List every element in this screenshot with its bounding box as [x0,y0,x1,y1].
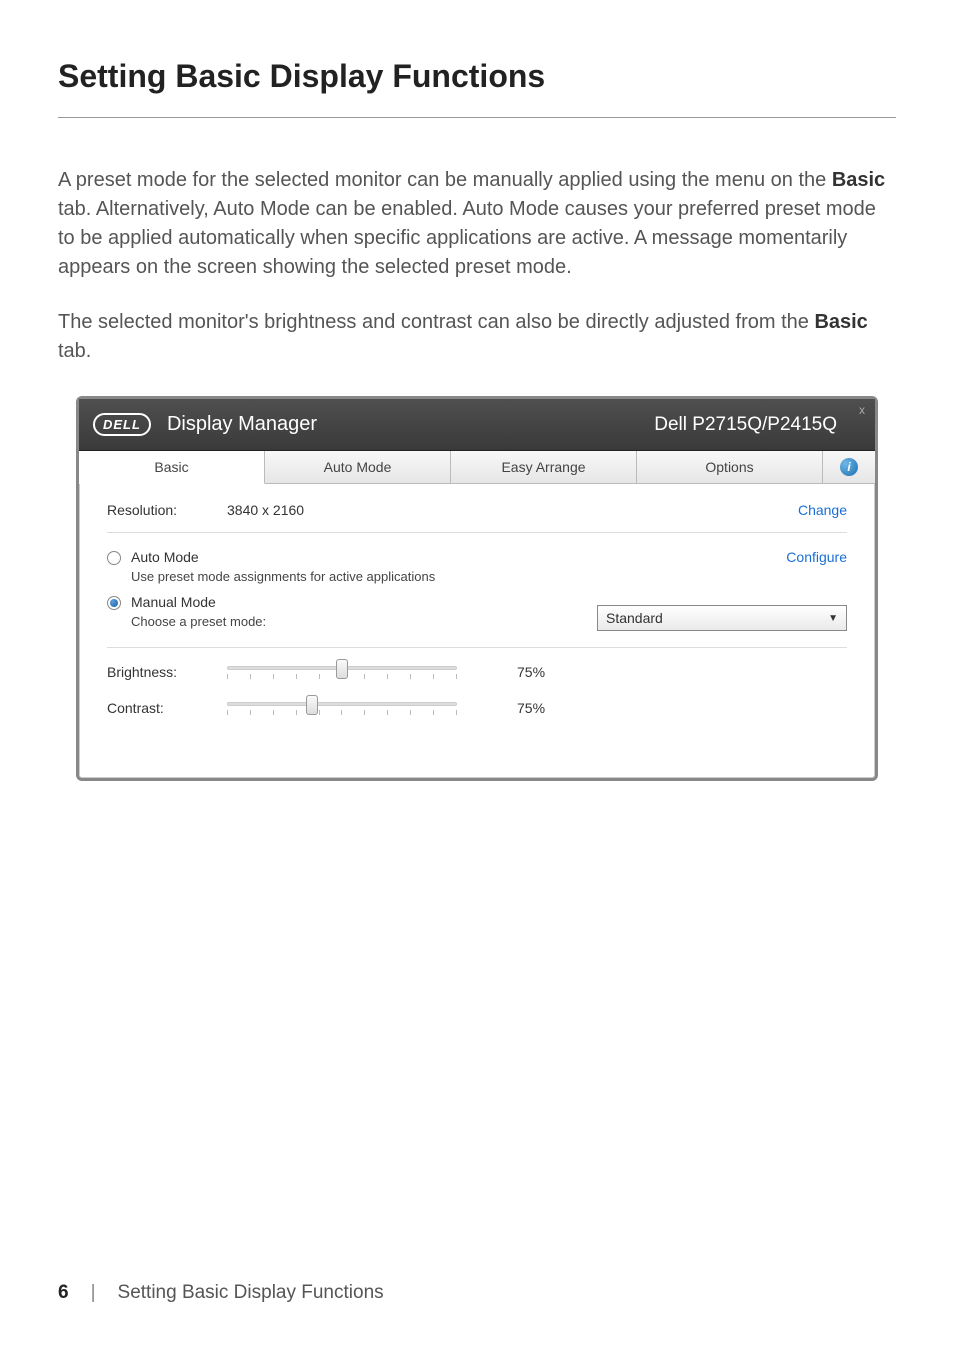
mode-selection: Configure Auto Mode Use preset mode assi… [107,549,847,629]
contrast-label: Contrast: [107,700,227,716]
page-footer: 6 | Setting Basic Display Functions [58,1282,384,1304]
auto-mode-label: Auto Mode [131,549,199,565]
titlebar: DELL Display Manager Dell P2715Q/P2415Q … [79,399,875,451]
brightness-slider[interactable] [227,666,457,679]
chevron-down-icon: ▼ [828,613,838,624]
change-link[interactable]: Change [798,502,847,518]
paragraph-1: A preset mode for the selected monitor c… [58,166,896,282]
contrast-value: 75% [517,700,545,716]
resolution-label: Resolution: [107,502,227,518]
tab-options[interactable]: Options [637,451,823,483]
basic-panel: Resolution: 3840 x 2160 Change Configure… [79,484,875,778]
p2-text-a: The selected monitor's brightness and co… [58,311,814,333]
contrast-row: Contrast: 75% [107,700,847,716]
p2-text-b: tab. [58,340,91,362]
contrast-thumb[interactable] [306,695,318,715]
brightness-track [227,666,457,670]
tab-bar: Basic Auto Mode Easy Arrange Options i [79,451,875,484]
manual-mode-label: Manual Mode [131,594,216,610]
page-number: 6 [58,1282,69,1304]
close-icon[interactable]: x [859,403,865,417]
title-divider [58,117,896,118]
brightness-row: Brightness: 75% [107,664,847,680]
auto-mode-radio-row[interactable]: Auto Mode [107,549,847,565]
brightness-thumb[interactable] [336,659,348,679]
tab-easy-arrange[interactable]: Easy Arrange [451,451,637,483]
auto-mode-description: Use preset mode assignments for active a… [131,569,847,584]
page-title: Setting Basic Display Functions [58,58,896,95]
footer-separator: | [91,1282,96,1304]
display-manager-window: DELL Display Manager Dell P2715Q/P2415Q … [76,396,878,781]
brightness-value: 75% [517,664,545,680]
preset-mode-select[interactable]: Standard ▼ [597,605,847,631]
tab-basic[interactable]: Basic [79,451,265,484]
configure-link[interactable]: Configure [786,549,847,565]
tab-auto-mode[interactable]: Auto Mode [265,451,451,483]
radio-auto-mode[interactable] [107,551,121,565]
resolution-value: 3840 x 2160 [227,502,798,518]
contrast-slider[interactable] [227,702,457,715]
panel-divider-1 [107,532,847,533]
footer-section-name: Setting Basic Display Functions [118,1282,384,1304]
tab-info[interactable]: i [823,451,875,483]
paragraph-2: The selected monitor's brightness and co… [58,308,896,366]
resolution-row: Resolution: 3840 x 2160 Change [107,502,847,518]
p1-text-a: A preset mode for the selected monitor c… [58,169,832,191]
monitor-model: Dell P2715Q/P2415Q [654,414,837,436]
panel-divider-2 [107,647,847,648]
contrast-ticks [227,710,457,715]
radio-manual-mode[interactable] [107,596,121,610]
preset-mode-value: Standard [606,610,663,626]
p1-bold-basic: Basic [832,169,885,191]
info-icon: i [840,458,858,476]
brightness-label: Brightness: [107,664,227,680]
p2-bold-basic: Basic [814,311,867,333]
contrast-track [227,702,457,706]
app-title: Display Manager [167,413,654,436]
dell-logo: DELL [93,413,151,436]
p1-text-b: tab. Alternatively, Auto Mode can be ena… [58,198,876,278]
